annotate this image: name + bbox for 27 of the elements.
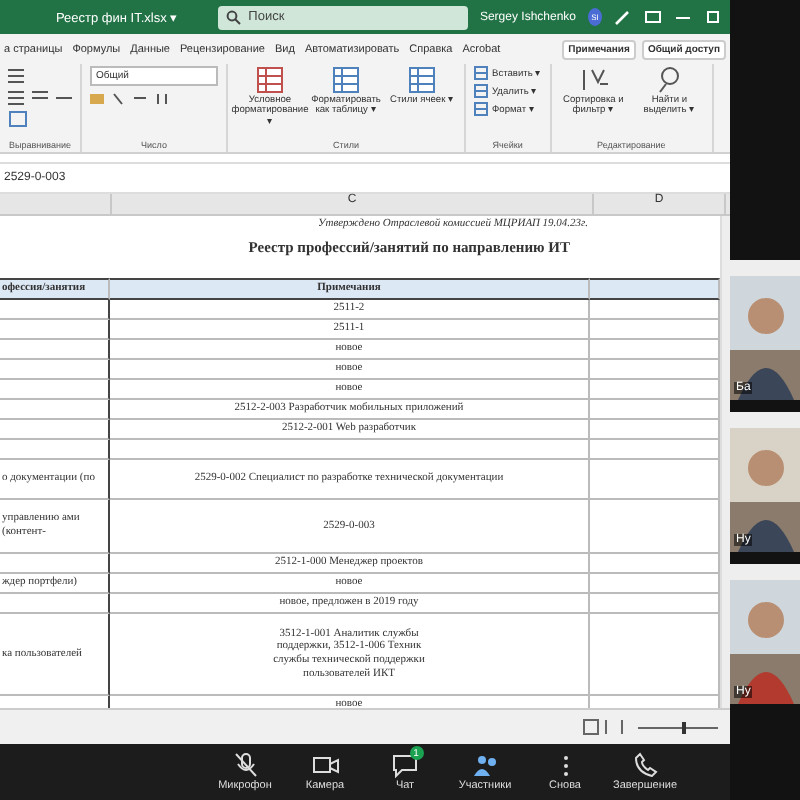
mic-off-icon [231,752,259,778]
table-cells-icon [474,84,488,98]
table-cell [0,320,110,340]
table-cells-icon [474,102,488,116]
sort-icon [579,66,608,94]
table-cell [0,380,110,400]
chat-icon [391,752,419,778]
pen-icon [614,8,632,26]
table-cell [0,360,110,380]
scrollbar[interactable] [720,216,730,708]
search-icon [226,9,243,25]
table-cell [0,420,110,440]
camera-icon [311,752,339,778]
page-layout-icon [582,718,626,736]
restore-icon [704,8,722,26]
table-cell [0,400,110,420]
zoom-slider-icon [638,719,718,735]
align-icon [8,66,24,84]
more-icon [561,753,569,777]
participants-icon [471,752,499,778]
end-call-icon [631,752,659,778]
align-icon [8,88,72,106]
table-cells-icon [474,66,488,80]
magnifier-icon [655,66,684,94]
table-cell [0,340,110,360]
window-icon [644,8,662,26]
merge-icon [8,110,28,128]
